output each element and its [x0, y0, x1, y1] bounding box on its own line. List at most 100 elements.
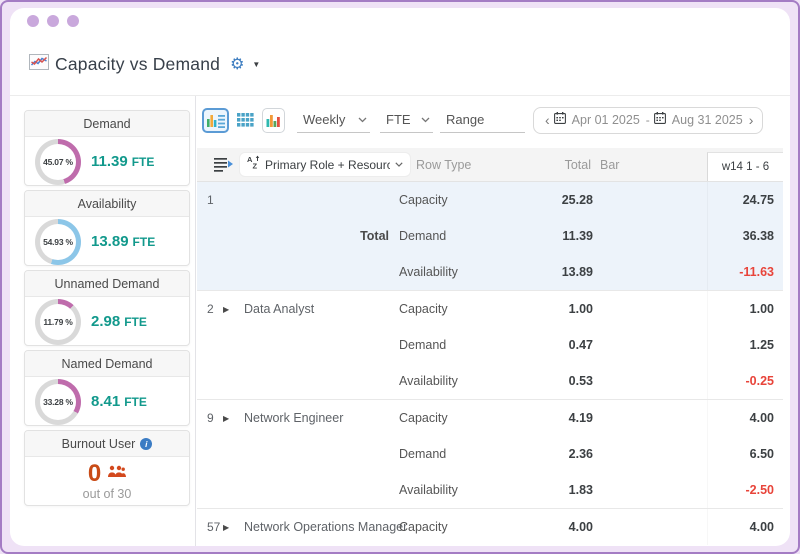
row-type: Availability	[399, 374, 458, 388]
chart-table-view-button[interactable]	[202, 107, 229, 133]
availability-donut: 54.93 %	[35, 218, 81, 265]
row-number: 57	[207, 520, 221, 534]
expand-caret-icon[interactable]: ▶	[223, 414, 241, 423]
table-row[interactable]: Demand 2.36 6.50	[197, 436, 783, 472]
named-demand-donut: 33.28 %	[35, 378, 81, 425]
table-header: A Z Primary Role + Resource... Row Type …	[197, 148, 783, 182]
group-name: Network Engineer	[244, 411, 344, 425]
period-select[interactable]: Weekly	[297, 107, 370, 133]
next-period-button[interactable]: ›	[747, 113, 756, 127]
row-type: Availability	[399, 265, 458, 279]
named-demand-percent: 33.28 %	[43, 396, 73, 407]
bar-chart-view-button[interactable]	[262, 107, 285, 133]
demand-fte-unit: FTE	[131, 154, 155, 169]
table-row[interactable]: 2 ▶ Data Analyst Capacity 1.00 1.00	[197, 291, 783, 327]
unit-select[interactable]: FTE	[380, 107, 433, 133]
total-value: 11.39	[562, 229, 593, 243]
summary-sidebar: Demand 45.07 % 11.39 FTE Availability 54…	[10, 96, 195, 546]
group-name: Network Operations Manager	[244, 520, 408, 534]
table-row[interactable]: 1 Capacity 25.28 24.75	[197, 182, 783, 218]
people-icon	[107, 464, 127, 484]
table-row[interactable]: 57 ▶ Network Operations Manager Capacity…	[197, 509, 783, 545]
column-header-week: w14 1 - 6	[707, 152, 783, 181]
calendar-icon[interactable]	[553, 111, 566, 129]
window-dot[interactable]	[67, 15, 79, 27]
chevron-down-icon	[395, 162, 403, 167]
page-header: Capacity vs Demand ⚙ ▼	[29, 54, 260, 75]
svg-text:Z: Z	[253, 162, 258, 170]
expand-caret-icon[interactable]: ▶	[223, 305, 241, 314]
calendar-icon[interactable]	[653, 111, 666, 129]
availability-card: Availability 54.93 % 13.89 FTE	[24, 190, 190, 266]
table-row[interactable]: 9 ▶ Network Engineer Capacity 4.19 4.00	[197, 400, 783, 436]
row-number: 1	[207, 193, 214, 207]
burnout-count: 0	[87, 460, 102, 487]
total-value: 25.28	[561, 193, 593, 207]
demand-card: Demand 45.07 % 11.39 FTE	[24, 110, 190, 186]
named-demand-fte-unit: FTE	[124, 394, 147, 409]
total-value: 0.53	[568, 374, 593, 388]
expand-caret-icon[interactable]: ▶	[223, 523, 241, 532]
toolbar: Weekly FTE Range ‹ Apr 01 2025 - Aug 31 …	[202, 106, 790, 134]
gear-icon[interactable]: ⚙	[230, 56, 244, 73]
content-layout: Demand 45.07 % 11.39 FTE Availability 54…	[10, 95, 790, 546]
line-chart-icon	[29, 54, 49, 75]
grid-view-button[interactable]	[234, 107, 257, 133]
week-value: 4.00	[707, 400, 783, 436]
prev-period-button[interactable]: ‹	[543, 113, 552, 127]
row-type: Demand	[399, 447, 447, 461]
start-date[interactable]: Apr 01 2025	[572, 113, 640, 127]
row-type: Demand	[399, 338, 447, 352]
week-value: 36.38	[707, 218, 783, 254]
column-header-row-type: Row Type	[416, 158, 472, 172]
row-number: 2	[207, 302, 214, 316]
end-date[interactable]: Aug 31 2025	[672, 113, 743, 127]
chevron-down-icon	[358, 117, 367, 122]
week-value: -0.25	[707, 363, 783, 399]
row-type: Capacity	[399, 520, 448, 534]
named-demand-fte-value: 8.41	[91, 392, 121, 410]
total-value: 1.83	[568, 483, 593, 497]
row-type: Capacity	[399, 193, 448, 207]
window-dot[interactable]	[27, 15, 39, 27]
info-icon[interactable]: i	[140, 437, 153, 450]
expand-rows-icon[interactable]	[214, 157, 233, 177]
table-row[interactable]: Demand 0.47 1.25	[197, 327, 783, 363]
demand-donut: 45.07 %	[35, 138, 81, 185]
total-value: 4.00	[568, 520, 593, 534]
table-row[interactable]: Total Demand 11.39 36.38	[197, 218, 783, 254]
named-demand-card: Named Demand 33.28 % 8.41 FTE	[24, 350, 190, 426]
table-row[interactable]: Availability 1.83 -2.50	[197, 472, 783, 508]
week-value: -2.50	[707, 472, 783, 508]
total-value: 1.00	[568, 302, 593, 316]
main-panel: Weekly FTE Range ‹ Apr 01 2025 - Aug 31 …	[196, 96, 790, 546]
date-range-picker: ‹ Apr 01 2025 - Aug 31 2025 ›	[533, 106, 763, 134]
table-group-network-operations-manager: 57 ▶ Network Operations Manager Capacity…	[197, 508, 783, 545]
availability-fte-value: 13.89	[91, 232, 129, 250]
demand-percent: 45.07 %	[43, 156, 73, 167]
unnamed-demand-card-title: Unnamed Demand	[25, 271, 189, 297]
window-dot[interactable]	[47, 15, 59, 27]
chevron-down-icon	[421, 117, 430, 122]
unnamed-demand-fte-value: 2.98	[91, 312, 121, 330]
week-value: -11.63	[707, 254, 783, 290]
week-value: 24.75	[707, 182, 783, 218]
table-row[interactable]: Availability 0.53 -0.25	[197, 363, 783, 399]
table-group-data-analyst: 2 ▶ Data Analyst Capacity 1.00 1.00 Dema…	[197, 290, 783, 399]
group-label: Total	[360, 229, 389, 243]
unnamed-demand-percent: 11.79 %	[43, 316, 73, 327]
table-group-total: 1 Capacity 25.28 24.75 Total Demand 11.3…	[197, 182, 783, 290]
settings-caret-icon[interactable]: ▼	[252, 60, 260, 69]
range-select[interactable]: Range	[440, 107, 525, 133]
week-value: 1.00	[707, 291, 783, 327]
table-row[interactable]: Availability 13.89 -11.63	[197, 254, 783, 290]
total-value: 2.36	[568, 447, 593, 461]
date-separator: -	[645, 113, 650, 127]
availability-percent: 54.93 %	[43, 236, 73, 247]
window-controls	[27, 15, 79, 27]
availability-fte-unit: FTE	[132, 234, 156, 249]
column-header-bar: Bar	[600, 158, 620, 172]
group-by-select[interactable]: A Z Primary Role + Resource...	[239, 152, 411, 177]
unnamed-demand-donut: 11.79 %	[35, 298, 81, 345]
dashboard-card: Capacity vs Demand ⚙ ▼ Demand 45.07 % 11…	[10, 8, 790, 546]
